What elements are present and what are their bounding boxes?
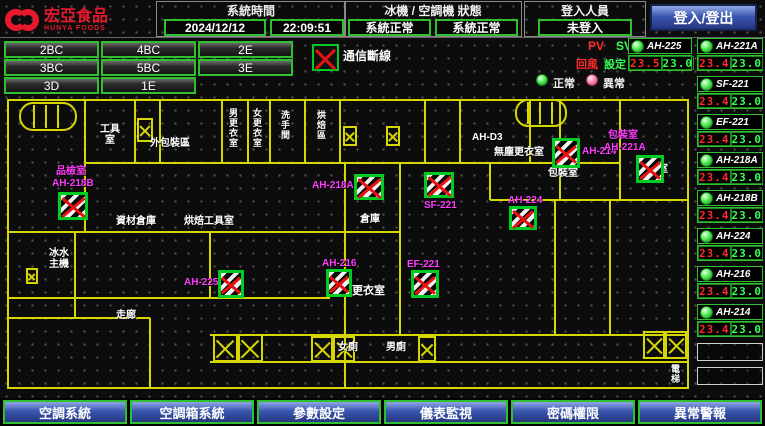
map-unit-room: 包裝室: [608, 130, 638, 141]
map-unit-room: 品檢室: [56, 166, 86, 177]
nav-button-abnormal-alarm[interactable]: 異常警報: [638, 400, 762, 424]
stairs-x-mark: [238, 334, 263, 362]
floorplan-walls: [0, 0, 765, 426]
map-unit-label-ah-225: AH-225: [184, 277, 218, 288]
map-unit-label-ah-216: AH-216: [322, 258, 356, 269]
room-label-womens-toilet: 女廁: [338, 342, 358, 353]
room-label-ah-d3: AH-D3: [472, 132, 503, 143]
map-fault-icon-ah-216[interactable]: [326, 269, 352, 297]
room-label-cleanroom-locker: 無塵更衣室: [494, 147, 544, 158]
map-fault-icon-ah-224[interactable]: [509, 206, 537, 230]
door-x-mark: [386, 126, 400, 146]
room-label-mens-toilet: 男廁: [386, 342, 406, 353]
map-unit-label-ah-221a: AH-221A: [604, 142, 646, 153]
map-unit-label-sf-221: SF-221: [424, 200, 457, 211]
map-unit-label-ah-218a: AH-218A: [312, 180, 354, 191]
map-unit-label-ah-218b: AH-218B: [52, 178, 94, 189]
nav-button-ahu-system[interactable]: 空調箱系統: [130, 400, 254, 424]
map-fault-icon-ah-221a[interactable]: [636, 155, 664, 183]
room-label-packing: 包裝室: [548, 168, 578, 179]
map-unit-label-ah-224: AH-224: [508, 195, 542, 206]
nav-button-password-authority[interactable]: 密碼權限: [511, 400, 635, 424]
map-fault-icon-ah-218a[interactable]: [354, 174, 384, 200]
footer-bar: 空調系統 空調箱系統 參數設定 儀表監視 密碼權限 異常警報: [0, 398, 765, 426]
map-fault-icon-ah-218b[interactable]: [58, 192, 88, 220]
nav-button-hvac-system[interactable]: 空調系統: [3, 400, 127, 424]
map-fault-icon-ah-225[interactable]: [218, 270, 244, 298]
map-fault-icon-ah-214[interactable]: [552, 138, 580, 168]
stairs-x-mark: [643, 331, 665, 359]
room-label-locker-center: 更衣室: [352, 286, 385, 297]
nav-button-parameter-settings[interactable]: 參數設定: [257, 400, 381, 424]
hmi-screen: { "header": { "logo_title": "宏亞食品", "log…: [0, 0, 765, 426]
nav-button-meter-monitoring[interactable]: 儀表監視: [384, 400, 508, 424]
door-x-mark: [26, 268, 38, 284]
stairs-x-mark: [311, 336, 333, 362]
room-label-bakery-tool-room: 烘焙工具室: [184, 216, 234, 227]
room-label-outer-packing: 外包裝區: [150, 138, 190, 149]
map-unit-label-ef-221: EF-221: [407, 259, 440, 270]
map-fault-icon-ef-221[interactable]: [411, 270, 439, 298]
room-label-material-warehouse: 資材倉庫: [116, 216, 156, 227]
room-label-elevator: 電梯: [670, 364, 680, 384]
room-label-corridor: 走廊: [116, 310, 136, 321]
map-fault-icon-sf-221[interactable]: [424, 172, 454, 198]
room-label-tool-room: 工具室: [96, 124, 124, 146]
stairs-x-mark: [665, 331, 687, 359]
room-label-washroom: 洗手間: [280, 110, 290, 140]
room-label-chiller-plant: 冰水主機: [46, 248, 72, 270]
room-label-bakery-area: 烘焙區: [316, 110, 326, 140]
room-label-womens-locker: 女更衣室: [252, 108, 262, 148]
stairs-x-mark: [418, 336, 436, 362]
room-label-mens-locker: 男更衣室: [228, 108, 238, 148]
room-label-warehouse: 倉庫: [360, 214, 380, 225]
stairs-x-mark: [213, 334, 238, 362]
door-x-mark: [343, 126, 357, 146]
